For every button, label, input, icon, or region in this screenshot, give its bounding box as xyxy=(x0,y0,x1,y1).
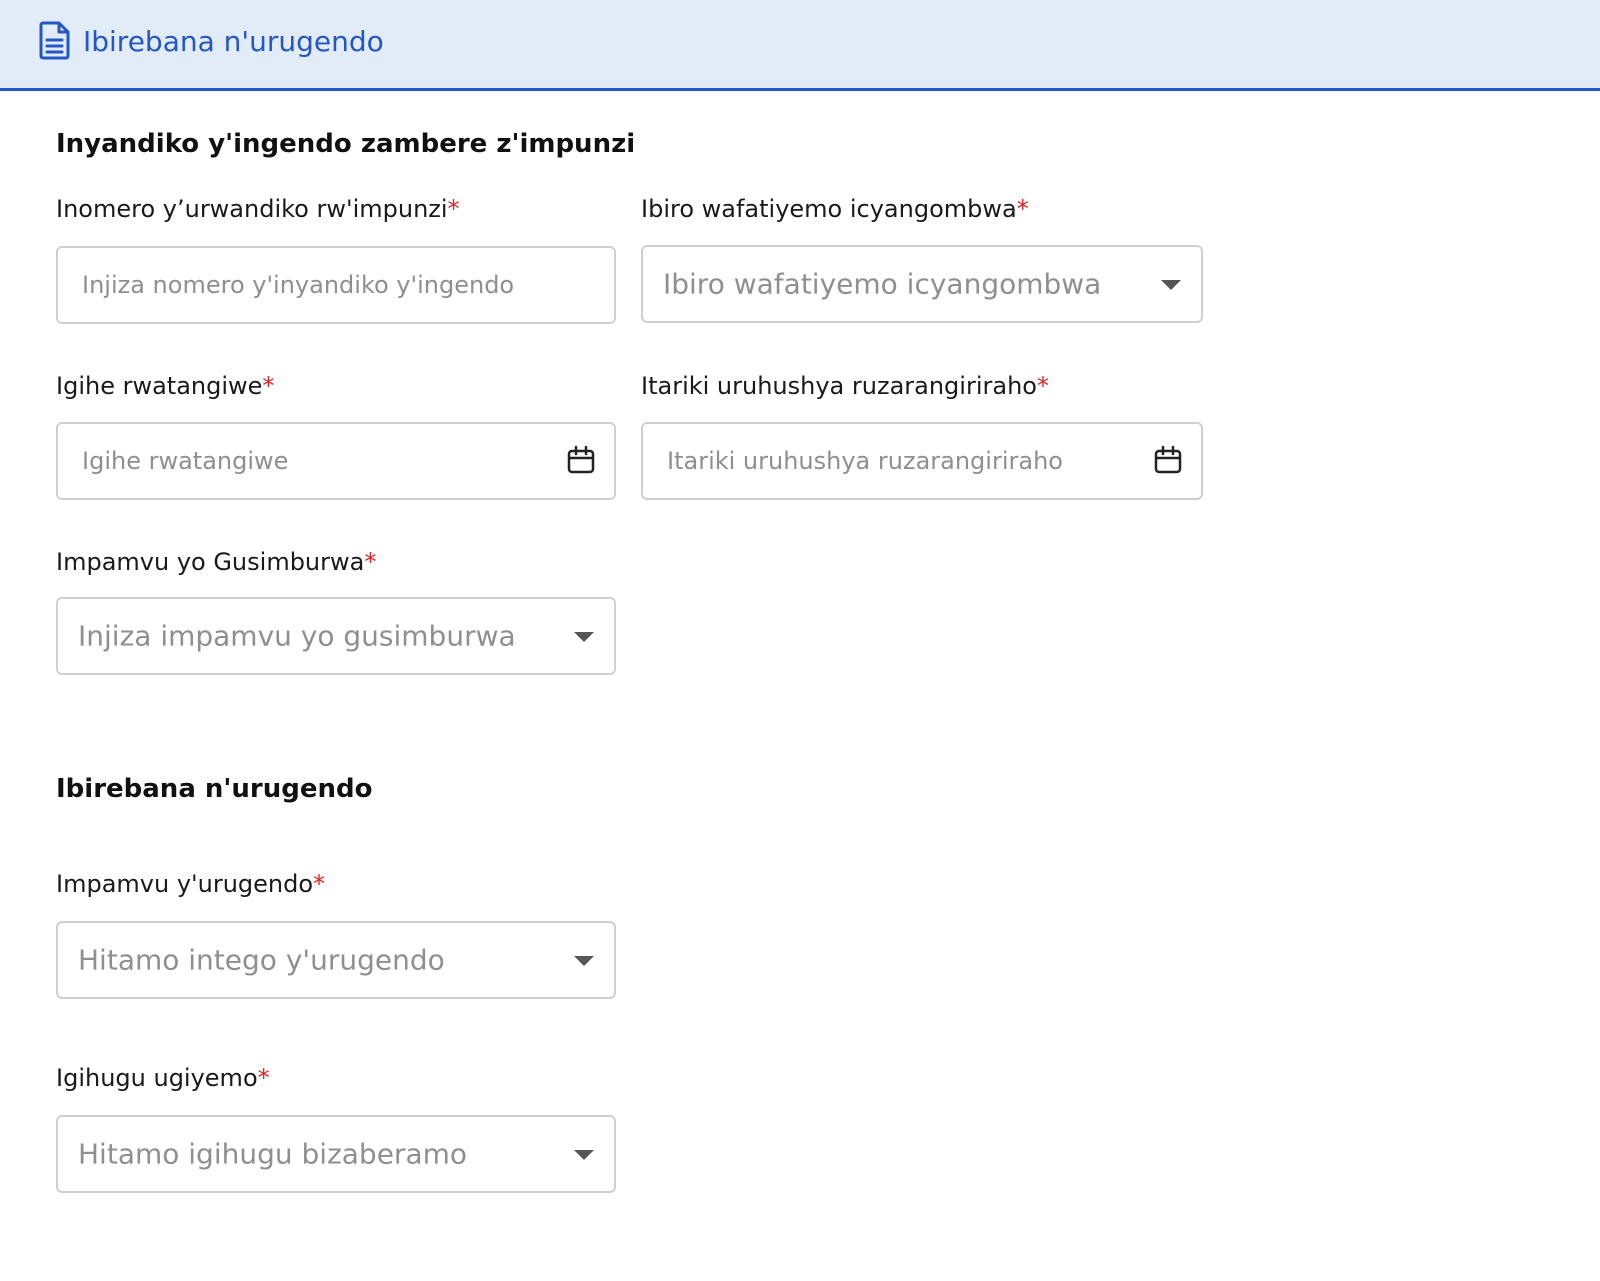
refugee-number-placeholder: Injiza nomero y'inyandiko y'ingendo xyxy=(82,271,515,299)
chevron-down-icon xyxy=(574,956,594,966)
issue-date-label-text: Igihe rwatangiwe xyxy=(56,372,263,400)
required-marker: * xyxy=(257,1064,270,1092)
required-marker: * xyxy=(262,372,275,400)
renewal-reason-placeholder: Injiza impamvu yo gusimburwa xyxy=(78,619,516,653)
required-marker: * xyxy=(1016,195,1029,223)
travel-reason-label: Impamvu y'urugendo* xyxy=(56,868,325,900)
refugee-number-label-text: Inomero y’urwandiko rw'impunzi xyxy=(56,195,448,223)
travel-reason-select[interactable]: Hitamo intego y'urugendo xyxy=(56,921,616,999)
calendar-icon[interactable] xyxy=(566,445,596,475)
page-header: Ibirebana n'urugendo xyxy=(0,0,1600,91)
section-title-previous-documents: Inyandiko y'ingendo zambere z'impunzi xyxy=(56,129,636,159)
chevron-down-icon xyxy=(1161,280,1181,290)
issue-date-input[interactable]: Igihe rwatangiwe xyxy=(56,422,616,500)
destination-country-select[interactable]: Hitamo igihugu bizaberamo xyxy=(56,1115,616,1193)
destination-country-placeholder: Hitamo igihugu bizaberamo xyxy=(78,1137,468,1171)
renewal-reason-label-text: Impamvu yo Gusimburwa xyxy=(56,548,365,576)
refugee-number-input[interactable]: Injiza nomero y'inyandiko y'ingendo xyxy=(56,246,616,324)
office-label: Ibiro wafatiyemo icyangombwa* xyxy=(641,193,1029,225)
required-marker: * xyxy=(447,195,460,223)
renewal-reason-select[interactable]: Injiza impamvu yo gusimburwa xyxy=(56,597,616,675)
issue-date-placeholder: Igihe rwatangiwe xyxy=(82,447,289,475)
header-title: Ibirebana n'urugendo xyxy=(83,25,384,58)
chevron-down-icon xyxy=(574,1150,594,1160)
travel-reason-label-text: Impamvu y'urugendo xyxy=(56,870,314,898)
refugee-number-label: Inomero y’urwandiko rw'impunzi* xyxy=(56,193,460,225)
required-marker: * xyxy=(313,870,326,898)
issue-date-label: Igihe rwatangiwe* xyxy=(56,370,274,402)
expiry-date-placeholder: Itariki uruhushya ruzarangiriraho xyxy=(667,447,1063,475)
destination-country-label-text: Igihugu ugiyemo xyxy=(56,1064,258,1092)
required-marker: * xyxy=(1036,372,1049,400)
office-placeholder: Ibiro wafatiyemo icyangombwa xyxy=(663,267,1102,301)
expiry-date-label: Itariki uruhushya ruzarangiriraho* xyxy=(641,370,1049,402)
renewal-reason-label: Impamvu yo Gusimburwa* xyxy=(56,546,376,578)
chevron-down-icon xyxy=(574,632,594,642)
required-marker: * xyxy=(364,548,377,576)
travel-reason-placeholder: Hitamo intego y'urugendo xyxy=(78,943,445,977)
document-icon xyxy=(39,21,70,60)
expiry-date-label-text: Itariki uruhushya ruzarangiriraho xyxy=(641,372,1037,400)
section-title-travel: Ibirebana n'urugendo xyxy=(56,774,373,804)
office-label-text: Ibiro wafatiyemo icyangombwa xyxy=(641,195,1017,223)
destination-country-label: Igihugu ugiyemo* xyxy=(56,1062,270,1094)
expiry-date-input[interactable]: Itariki uruhushya ruzarangiriraho xyxy=(641,422,1203,500)
office-select[interactable]: Ibiro wafatiyemo icyangombwa xyxy=(641,245,1203,323)
calendar-icon[interactable] xyxy=(1153,445,1183,475)
